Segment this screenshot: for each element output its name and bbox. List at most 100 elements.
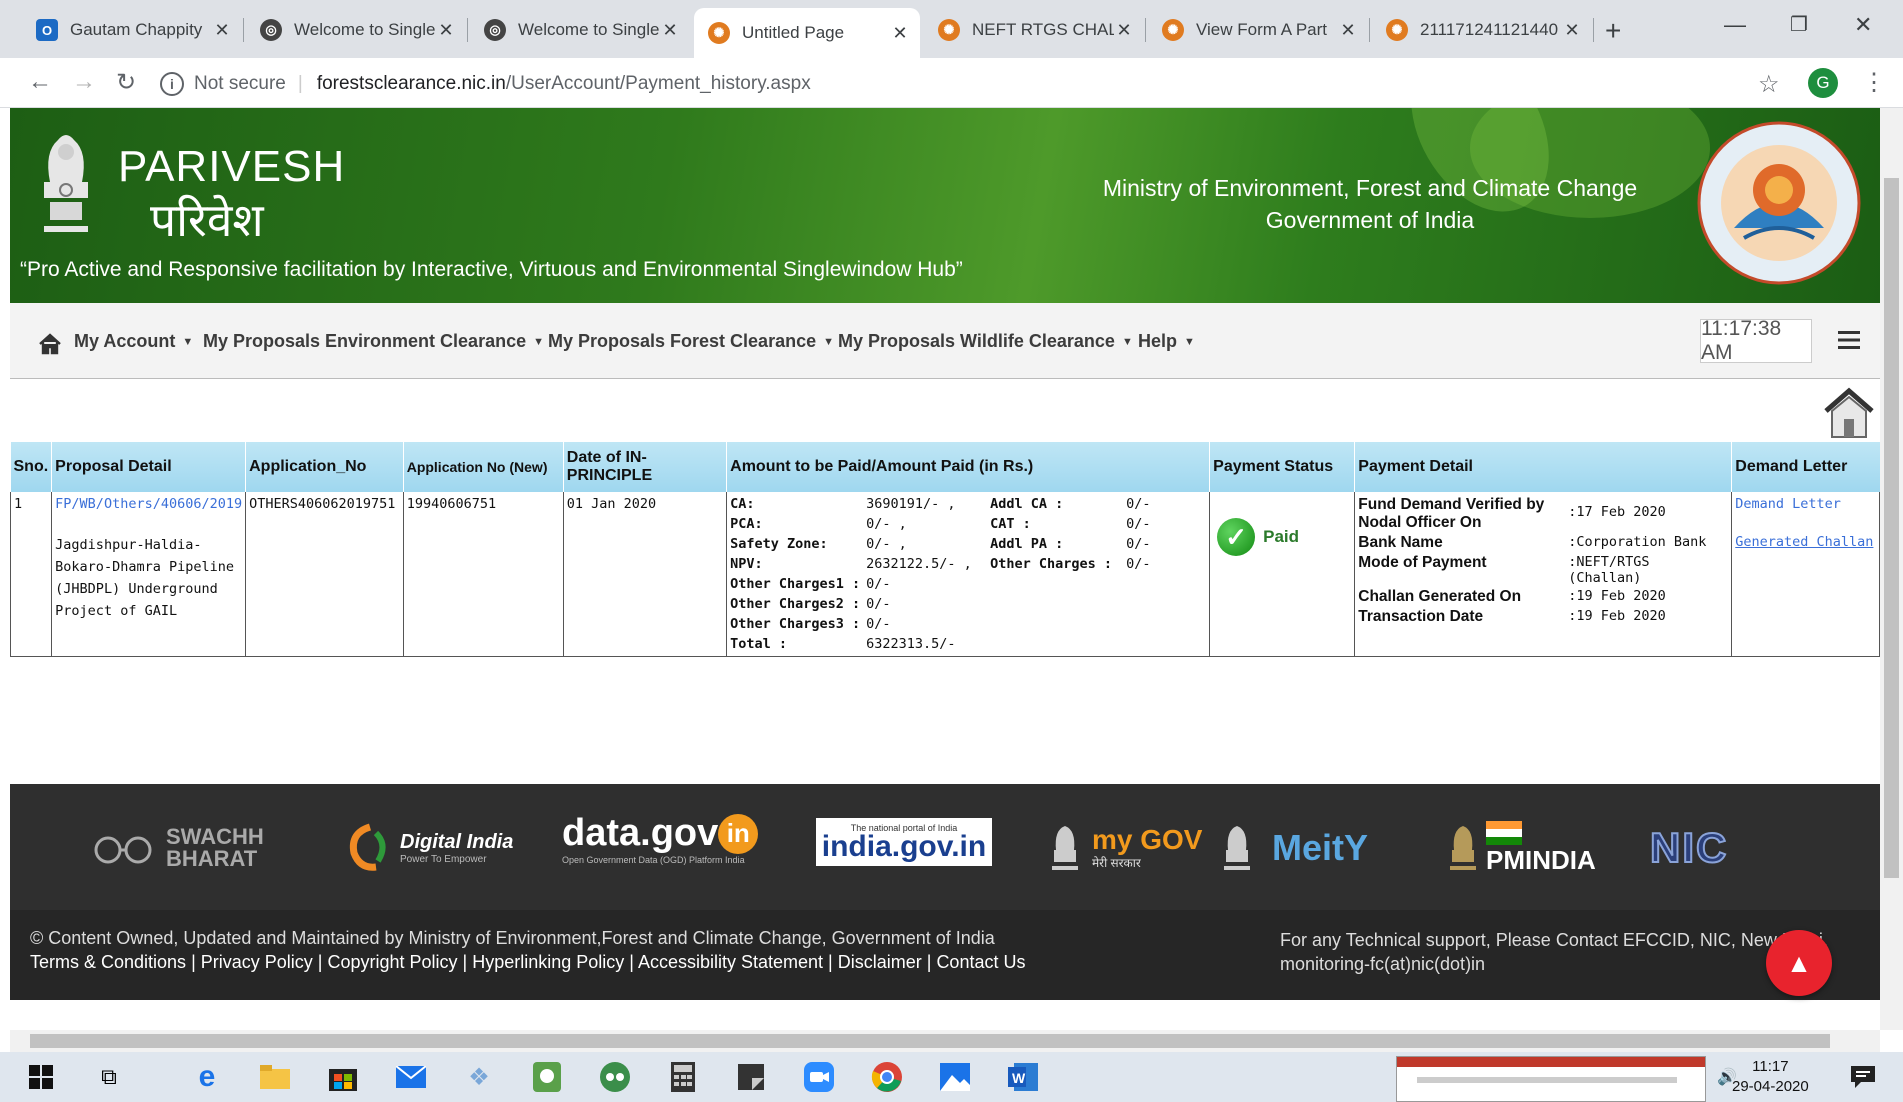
browser-tab[interactable]: ✺ View Form A Part ✕ <box>1148 10 1370 50</box>
close-icon[interactable]: ✕ <box>212 20 232 41</box>
browser-tab-active[interactable]: ✺ Untitled Page ✕ <box>694 8 920 58</box>
close-window-icon[interactable]: ✕ <box>1854 12 1872 38</box>
system-clock[interactable]: 11:17 29-04-2020 <box>1732 1057 1809 1097</box>
close-icon[interactable]: ✕ <box>660 20 680 41</box>
col-proposal-detail: Proposal Detail <box>51 442 246 492</box>
chrome-icon[interactable] <box>870 1060 904 1094</box>
browser-tab[interactable]: ✺ NEFT RTGS CHALL ✕ <box>924 10 1146 50</box>
footer-link-disclaimer[interactable]: Disclaimer <box>838 952 922 972</box>
home-icon[interactable] <box>38 333 62 355</box>
footer-link-privacy[interactable]: Privacy Policy <box>201 952 313 972</box>
parivesh-favicon-icon: ✺ <box>938 19 960 41</box>
data-gov-logo[interactable]: data.gov in Open Government Data (OGD) Pl… <box>562 812 759 868</box>
info-icon[interactable]: i <box>160 72 184 96</box>
footer-link-accessibility[interactable]: Accessibility Statement <box>638 952 823 972</box>
tab-title: 211171241121440 <box>1420 20 1559 39</box>
dropbox-icon[interactable]: ❖ <box>462 1060 496 1094</box>
caret-down-icon: ▼ <box>1184 335 1195 348</box>
mail-icon[interactable] <box>394 1060 428 1094</box>
scroll-to-top-button[interactable]: ▲ <box>1766 930 1832 996</box>
scrollbar-thumb[interactable] <box>1884 178 1899 878</box>
profile-avatar[interactable]: G <box>1808 68 1838 98</box>
notifications-icon[interactable] <box>1846 1060 1880 1094</box>
browser-tab-strip: O Gautam Chappity ✕ ◎ Welcome to Single … <box>0 0 1903 58</box>
swachh-bharat-logo[interactable]: SWACHH BHARAT <box>88 820 276 876</box>
site-footer: © Content Owned, Updated and Maintained … <box>10 910 1880 1000</box>
zoom-icon[interactable] <box>802 1060 836 1094</box>
close-icon[interactable]: ✕ <box>1114 20 1134 41</box>
close-icon[interactable]: ✕ <box>436 20 456 41</box>
hamburger-menu-icon[interactable] <box>1838 331 1860 349</box>
tagline: “Pro Active and Responsive facilitation … <box>20 258 963 281</box>
photos-icon[interactable] <box>938 1060 972 1094</box>
evernote-icon[interactable] <box>530 1060 564 1094</box>
close-icon[interactable]: ✕ <box>1338 20 1358 41</box>
windows-start-icon[interactable] <box>24 1060 58 1094</box>
menu-environment-clearance[interactable]: My Proposals Environment Clearance ▼ <box>203 331 544 352</box>
cell-demand-letter: Demand Letter Generated Challan <box>1731 492 1880 657</box>
footer-link-copyright[interactable]: Copyright Policy <box>327 952 457 972</box>
cell-sno: 1 <box>9 492 53 657</box>
browser-tab[interactable]: ◎ Welcome to Single ✕ <box>246 10 468 50</box>
close-icon[interactable]: ✕ <box>890 23 910 44</box>
col-date-in-principle: Date of IN-PRINCIPLE <box>562 442 727 492</box>
forward-icon[interactable]: → <box>72 68 96 96</box>
minimize-icon[interactable]: — <box>1724 12 1746 38</box>
url-field[interactable]: i Not secure | forestsclearance.nic.in/U… <box>160 67 1760 101</box>
menu-forest-clearance[interactable]: My Proposals Forest Clearance ▼ <box>548 331 834 352</box>
browser-menu-icon[interactable]: ⋮ <box>1862 68 1886 97</box>
scrollbar-thumb[interactable] <box>30 1034 1830 1048</box>
calculator-icon[interactable] <box>666 1060 700 1094</box>
edge-icon[interactable]: e <box>190 1060 224 1094</box>
footer-link-terms[interactable]: Terms & Conditions <box>30 952 186 972</box>
clock: 11:17:38 AM <box>1700 317 1812 364</box>
demand-letter-link[interactable]: Demand Letter <box>1735 496 1876 512</box>
vertical-scrollbar[interactable] <box>1880 108 1903 1030</box>
pmindia-logo[interactable]: PMINDIA <box>1446 820 1596 876</box>
footer-link-contact[interactable]: Contact Us <box>936 952 1025 972</box>
windows-taskbar: ⧉ e ❖ W 🔊 11:17 29-04-2020 <box>0 1052 1903 1102</box>
caret-down-icon: ▼ <box>1121 335 1133 348</box>
close-icon[interactable]: ✕ <box>1562 20 1582 41</box>
globe-icon: ◎ <box>484 19 506 41</box>
cell-amount: CA: 3690191/- , Addl CA :0/- PCA: 0/- , CAT … <box>726 492 1211 657</box>
mygov-logo[interactable]: my GOV मेरी सरकार <box>1048 820 1202 876</box>
footer-link-hyperlinking[interactable]: Hyperlinking Policy <box>472 952 624 972</box>
new-tab-button[interactable]: + <box>1605 15 1621 47</box>
tripadvisor-icon[interactable] <box>598 1060 632 1094</box>
sticky-notes-icon[interactable] <box>734 1060 768 1094</box>
file-explorer-icon[interactable] <box>258 1060 292 1094</box>
outlook-icon: O <box>36 19 58 41</box>
browser-tab[interactable]: ◎ Welcome to Single ✕ <box>470 10 690 50</box>
cell-proposal-detail: FP/WB/Others/40606/2019 Jagdishpur-Haldi… <box>51 492 247 657</box>
parivesh-favicon-icon: ✺ <box>708 22 730 44</box>
horizontal-scrollbar[interactable] <box>10 1030 1880 1052</box>
bookmark-star-icon[interactable]: ☆ <box>1758 70 1780 99</box>
footer-links: Terms & Conditions | Privacy Policy | Co… <box>30 952 1026 972</box>
generated-challan-link[interactable]: Generated Challan <box>1735 534 1876 550</box>
restore-icon[interactable]: ❐ <box>1790 12 1808 37</box>
reload-icon[interactable]: ↻ <box>116 68 136 97</box>
browser-tab[interactable]: O Gautam Chappity ✕ <box>22 10 244 50</box>
nic-logo[interactable]: NIC <box>1649 820 1728 876</box>
browser-tab[interactable]: ✺ 211171241121440 ✕ <box>1372 10 1594 50</box>
caret-down-icon: ▼ <box>182 335 194 348</box>
task-view-icon[interactable]: ⧉ <box>92 1060 126 1094</box>
meity-logo[interactable]: MeitY <box>1220 820 1368 876</box>
store-icon[interactable] <box>326 1060 360 1094</box>
menu-my-account[interactable]: My Account ▼ <box>74 331 193 352</box>
menu-wildlife-clearance[interactable]: My Proposals Wildlife Clearance ▼ <box>838 331 1133 352</box>
home-page-icon[interactable] <box>1822 385 1876 441</box>
brand-name-hindi: परिवेश <box>150 193 264 247</box>
word-icon[interactable]: W <box>1006 1060 1040 1094</box>
header-banner: PARIVESH परिवेश “Pro Active and Responsi… <box>10 108 1880 303</box>
globe-icon: ◎ <box>260 19 282 41</box>
menu-help[interactable]: Help ▼ <box>1138 331 1195 352</box>
digital-india-logo[interactable]: Digital India Power To Empower <box>346 820 513 876</box>
window-preview-thumbnail[interactable] <box>1396 1056 1706 1102</box>
proposal-link[interactable]: FP/WB/Others/40606/2019 <box>55 496 242 512</box>
back-icon[interactable]: ← <box>28 68 52 96</box>
spectacles-icon <box>94 836 152 864</box>
india-gov-logo[interactable]: The national portal of India india.gov.i… <box>816 818 992 866</box>
payment-detail-grid: Fund Demand Verified by Nodal Officer On… <box>1358 496 1707 625</box>
